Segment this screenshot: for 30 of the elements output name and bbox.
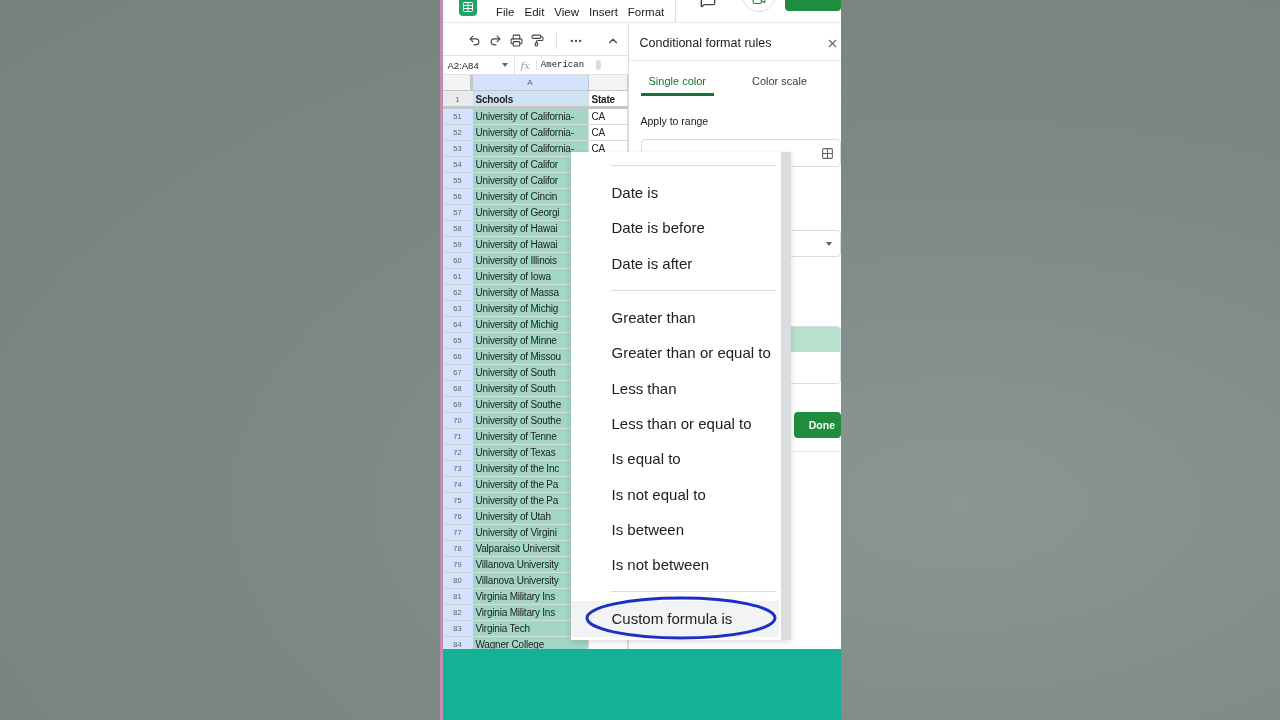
caret-icon [826,241,832,246]
print-icon[interactable] [509,34,523,47]
scroll-handle[interactable] [596,60,602,70]
undo-icon[interactable] [467,34,481,47]
table-cell: University of California- [472,141,589,157]
name-box[interactable]: A2:A84 [442,56,515,74]
scrollbar[interactable] [780,152,791,640]
paint-format-icon[interactable] [530,34,544,47]
table-cell: CA [588,109,628,125]
menu-item[interactable]: Edit [519,6,550,22]
header-cell: Schools [472,91,589,109]
field-label: Apply to range [639,114,710,127]
menu-item[interactable]: Insert [584,6,623,22]
table-cell: University of California- [472,109,589,125]
redo-icon[interactable] [488,34,502,47]
column-header[interactable]: A [472,75,589,91]
tab[interactable]: Single color [640,75,714,96]
caret-icon [501,63,508,67]
panel-title: Conditional format rules [639,36,772,50]
table-cell: CA [588,125,628,141]
menu-item[interactable]: Format [622,6,670,22]
menu-item[interactable]: View [549,6,585,22]
formula-value[interactable]: American [535,60,585,70]
grid-icon[interactable] [821,146,834,160]
fx-label: fx [519,59,531,71]
header-cell: State [588,91,628,109]
tab[interactable]: Color scale [744,75,815,96]
table-cell: University of California- [472,125,589,141]
menu-item[interactable]: File [491,6,520,22]
done-button[interactable]: Done [794,412,841,438]
